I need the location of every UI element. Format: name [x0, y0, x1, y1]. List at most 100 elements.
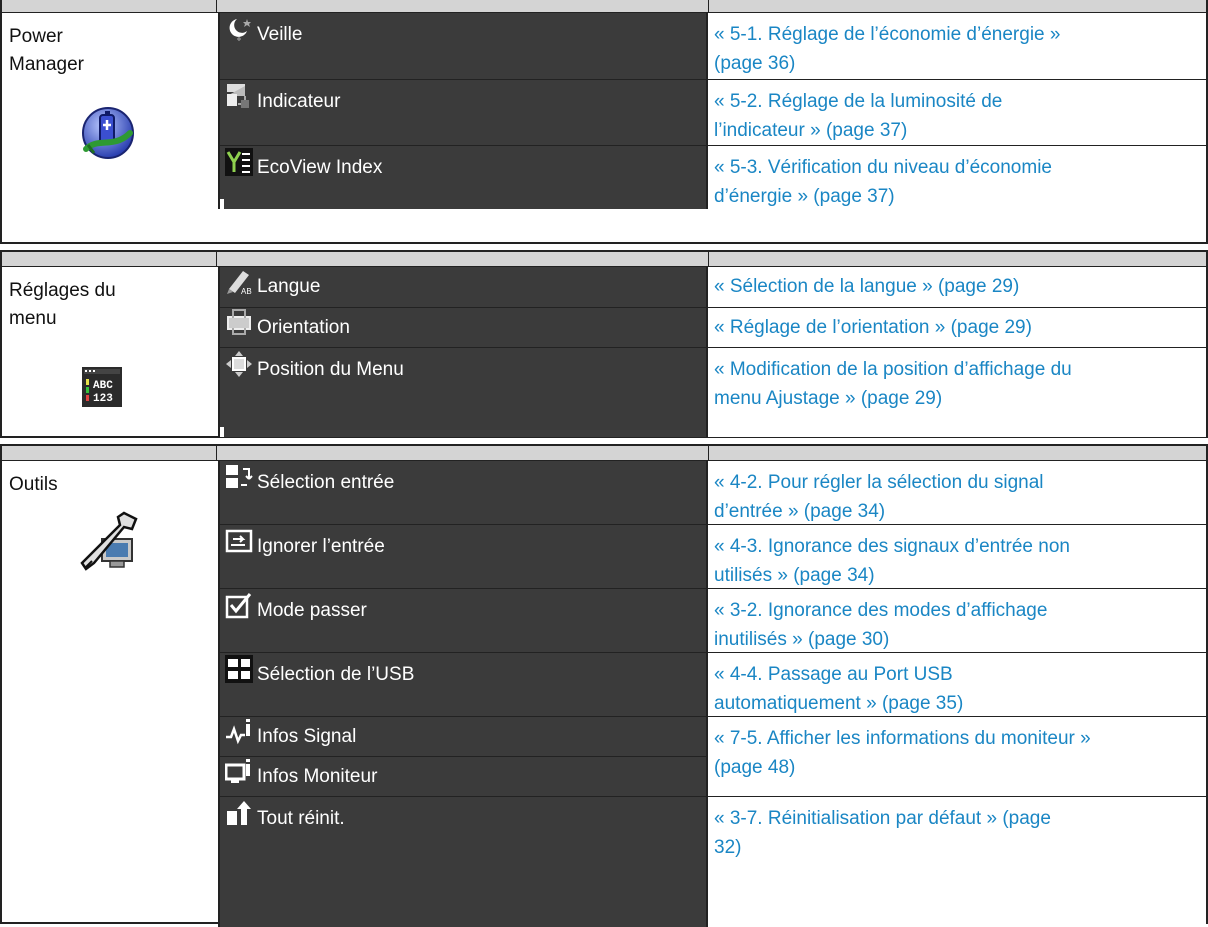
table-row: Orientation « Réglage de l’orientation »… — [218, 307, 1206, 348]
link-line[interactable]: utilisés » (page 34) — [714, 561, 1202, 590]
table-row: Mode passer « 3-2. Ignorance des modes d… — [218, 588, 1206, 653]
menu-item-selection-entree: Sélection entrée — [218, 461, 708, 524]
menu-item-label: Sélection entrée — [257, 472, 395, 493]
section-tools: Outils Sélection entrée « 4-2. Pour régl… — [0, 444, 1208, 927]
menu-item-selection-usb: Sélection de l’USB — [218, 653, 708, 717]
link-line[interactable]: (page 36) — [714, 49, 1202, 78]
reference-link[interactable]: « 3-2. Ignorance des modes d’affichage i… — [708, 589, 1206, 653]
link-line[interactable]: « 4-2. Pour régler la sélection du signa… — [714, 468, 1202, 497]
link-line[interactable]: « 4-3. Ignorance des signaux d’entrée no… — [714, 532, 1202, 561]
moon-sleep-icon — [225, 15, 253, 43]
table-row: Tout réinit. « 3-7. Réinitialisation par… — [218, 796, 1206, 927]
link-line[interactable]: 32) — [714, 833, 1202, 862]
reference-link[interactable]: « 5-1. Réglage de l’économie d’énergie »… — [708, 13, 1206, 79]
link-line[interactable]: « Réglage de l’orientation » (page 29) — [714, 313, 1202, 342]
menu-item-tout-reinit: Tout réinit. — [218, 797, 708, 927]
orientation-icon — [225, 308, 253, 336]
link-line[interactable]: « 3-7. Réinitialisation par défaut » (pa… — [714, 804, 1202, 833]
svg-text:123: 123 — [93, 393, 113, 405]
menu-item-label: Sélection de l’USB — [257, 664, 415, 685]
link-line[interactable]: l’indicateur » (page 37) — [714, 116, 1202, 145]
link-line[interactable]: d’énergie » (page 37) — [714, 182, 1202, 211]
menu-item-label: Infos Moniteur — [257, 766, 378, 787]
link-line[interactable]: (page 48) — [714, 753, 1202, 782]
reference-link[interactable]: « 4-2. Pour régler la sélection du signa… — [708, 461, 1206, 524]
input-skip-icon — [225, 527, 253, 555]
power-manager-icon — [80, 105, 136, 161]
table-row: Position du Menu « Modification de la po… — [218, 347, 1206, 437]
category-cell: Power Manager — [2, 13, 218, 242]
link-line[interactable]: automatiquement » (page 35) — [714, 689, 1202, 718]
reference-link[interactable]: « Réglage de l’orientation » (page 29) — [708, 308, 1206, 348]
reference-link[interactable]: « 3-7. Réinitialisation par défaut » (pa… — [708, 797, 1206, 927]
menu-item-mode-passer: Mode passer — [218, 589, 708, 653]
category-label-line: Manager — [9, 54, 84, 75]
reference-link[interactable]: « Modification de la position d’affichag… — [708, 348, 1206, 437]
menu-item-label: Ignorer l’entrée — [257, 536, 385, 557]
link-line[interactable]: « Modification de la position d’affichag… — [714, 355, 1202, 384]
link-line[interactable]: « 4-4. Passage au Port USB — [714, 660, 1202, 689]
link-line[interactable]: « 3-2. Ignorance des modes d’affichage — [714, 596, 1202, 625]
section-header — [2, 446, 1206, 461]
section-power-manager: Power Manager Veille « 5-1. Réglage de l… — [0, 0, 1208, 244]
reference-link[interactable]: « 5-3. Vérification du niveau d’économie… — [708, 146, 1206, 209]
ecoview-index-icon — [225, 148, 253, 176]
reset-all-icon — [225, 799, 253, 827]
link-line[interactable]: inutilisés » (page 30) — [714, 625, 1202, 654]
menu-item-label: Indicateur — [257, 91, 341, 112]
section-menu-settings: Réglages du menu ABC 123 AB Langue « Sél… — [0, 250, 1208, 438]
menu-item-position-du-menu: Position du Menu — [218, 348, 708, 437]
reference-link[interactable]: « 4-4. Passage au Port USB automatiqueme… — [708, 653, 1206, 717]
menu-item-infos-signal: Infos Signal — [218, 717, 708, 757]
table-row: Ignorer l’entrée « 4-3. Ignorance des si… — [218, 524, 1206, 589]
abc-123-menu-icon: ABC 123 — [82, 367, 122, 407]
checkbox-mode-icon — [225, 591, 253, 619]
link-line[interactable]: « Sélection de la langue » (page 29) — [714, 272, 1202, 301]
input-select-icon — [225, 463, 253, 491]
category-label-line: Outils — [9, 474, 58, 495]
link-line[interactable]: « 5-2. Réglage de la luminosité de — [714, 87, 1202, 116]
link-line[interactable]: « 5-3. Vérification du niveau d’économie — [714, 153, 1202, 182]
section-header — [2, 0, 1206, 13]
menu-item-langue: AB Langue — [218, 267, 708, 307]
link-line[interactable]: menu Ajustage » (page 29) — [714, 384, 1202, 413]
menu-item-label: Tout réinit. — [257, 808, 345, 829]
link-line[interactable]: « 5-1. Réglage de l’économie d’énergie » — [714, 20, 1202, 49]
menu-item-indicateur: Indicateur — [218, 80, 708, 146]
reference-link[interactable]: « 5-2. Réglage de la luminosité de l’ind… — [708, 80, 1206, 146]
table-row: AB Langue « Sélection de la langue » (pa… — [218, 267, 1206, 307]
monitor-info-icon — [225, 757, 253, 785]
wrench-tools-icon — [80, 511, 138, 573]
table-row: Sélection entrée « 4-2. Pour régler la s… — [218, 461, 1206, 524]
language-pen-icon: AB — [225, 267, 253, 295]
category-cell: Outils — [2, 461, 218, 922]
menu-item-label: Position du Menu — [257, 359, 404, 380]
items-column: AB Langue « Sélection de la langue » (pa… — [218, 267, 1206, 437]
usb-select-icon — [225, 655, 253, 683]
link-line[interactable]: d’entrée » (page 34) — [714, 497, 1202, 526]
category-label-line: Power — [9, 26, 63, 47]
items-column: Veille « 5-1. Réglage de l’économie d’én… — [218, 13, 1206, 242]
category-cell: Réglages du menu ABC 123 — [2, 267, 218, 436]
table-row: Sélection de l’USB « 4-4. Passage au Por… — [218, 652, 1206, 717]
menu-item-label: Veille — [257, 24, 303, 45]
menu-item-veille: Veille — [218, 13, 708, 79]
menu-item-infos-moniteur: Infos Moniteur — [218, 757, 708, 797]
table-row: EcoView Index « 5-3. Vérification du niv… — [218, 145, 1206, 243]
menu-item-label: EcoView Index — [257, 157, 383, 178]
reference-link[interactable]: « 4-3. Ignorance des signaux d’entrée no… — [708, 525, 1206, 589]
menu-item-label: Langue — [257, 276, 321, 297]
reference-link[interactable]: « 7-5. Afficher les informations du moni… — [708, 716, 1206, 796]
menu-item-label: Mode passer — [257, 600, 367, 621]
svg-text:AB: AB — [241, 287, 252, 295]
indicator-light-icon — [225, 82, 253, 110]
menu-item-ignorer-entree: Ignorer l’entrée — [218, 525, 708, 589]
table-row: Indicateur « 5-2. Réglage de la luminosi… — [218, 79, 1206, 146]
menu-position-icon — [225, 350, 253, 378]
signal-info-icon — [225, 717, 253, 745]
table-row: Veille « 5-1. Réglage de l’économie d’én… — [218, 13, 1206, 79]
reference-link[interactable]: « Sélection de la langue » (page 29) — [708, 267, 1206, 307]
link-line[interactable]: « 7-5. Afficher les informations du moni… — [714, 724, 1202, 753]
svg-text:ABC: ABC — [93, 380, 113, 392]
items-column: Sélection entrée « 4-2. Pour régler la s… — [218, 461, 1206, 927]
